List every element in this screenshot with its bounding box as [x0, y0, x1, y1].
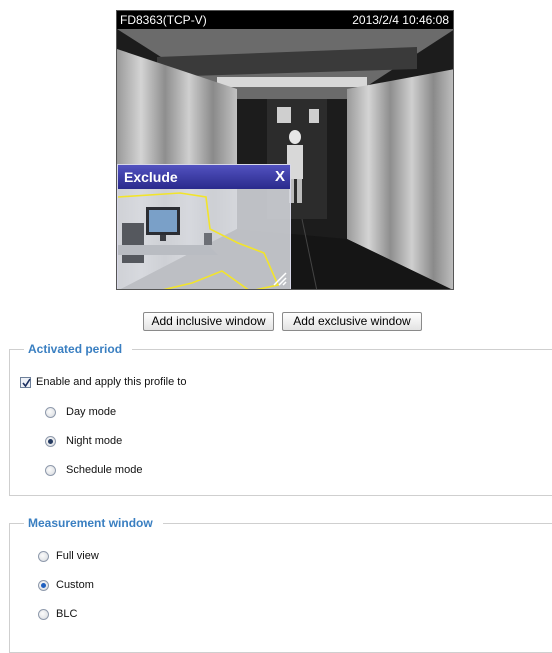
- camera-osd-bar: FD8363(TCP-V) 2013/2/4 10:46:08: [117, 11, 453, 29]
- camera-name: FD8363(TCP-V): [120, 13, 207, 27]
- custom-label: Custom: [56, 579, 94, 591]
- full-view-label: Full view: [56, 550, 99, 562]
- enable-profile-label: Enable and apply this profile to: [36, 376, 187, 388]
- night-mode-option[interactable]: Night mode: [45, 435, 122, 447]
- custom-radio[interactable]: [38, 579, 49, 591]
- blc-radio[interactable]: [38, 608, 49, 620]
- camera-view[interactable]: FD8363(TCP-V) 2013/2/4 10:46:08 Exclude …: [116, 10, 454, 290]
- day-mode-radio[interactable]: [45, 406, 56, 418]
- add-exclusive-window-button[interactable]: Add exclusive window: [282, 312, 422, 331]
- schedule-mode-radio[interactable]: [45, 464, 56, 476]
- camera-timestamp: 2013/2/4 10:46:08: [352, 13, 449, 27]
- custom-option[interactable]: Custom: [38, 579, 94, 591]
- blc-option[interactable]: BLC: [38, 608, 77, 620]
- full-view-option[interactable]: Full view: [38, 550, 99, 562]
- measurement-window-section: Measurement window Full view Custom BLC: [9, 516, 552, 653]
- activated-period-legend: Activated period: [24, 342, 133, 357]
- checkmark-icon: [22, 378, 31, 387]
- enable-profile-checkbox[interactable]: [20, 376, 31, 388]
- full-view-radio[interactable]: [38, 550, 49, 562]
- exclude-window-title: Exclude: [124, 169, 178, 185]
- exclude-region-image: [118, 189, 290, 289]
- night-mode-label: Night mode: [66, 435, 123, 447]
- schedule-mode-label: Schedule mode: [66, 464, 143, 476]
- activated-period-section: Activated period Enable and apply this p…: [9, 342, 552, 496]
- night-mode-radio[interactable]: [45, 435, 56, 447]
- exclude-window-title-bar[interactable]: Exclude: [118, 165, 290, 189]
- day-mode-option[interactable]: Day mode: [45, 406, 116, 418]
- day-mode-label: Day mode: [66, 406, 117, 418]
- enable-profile-row[interactable]: Enable and apply this profile to: [20, 376, 186, 388]
- resize-grip-icon[interactable]: [271, 270, 287, 286]
- schedule-mode-option[interactable]: Schedule mode: [45, 464, 142, 476]
- blc-label: BLC: [56, 608, 78, 620]
- exclude-window-region[interactable]: [118, 189, 290, 289]
- exclude-window[interactable]: Exclude X: [117, 164, 291, 289]
- close-icon[interactable]: X: [275, 165, 285, 189]
- measurement-window-legend: Measurement window: [24, 516, 163, 531]
- add-inclusive-window-button[interactable]: Add inclusive window: [143, 312, 274, 331]
